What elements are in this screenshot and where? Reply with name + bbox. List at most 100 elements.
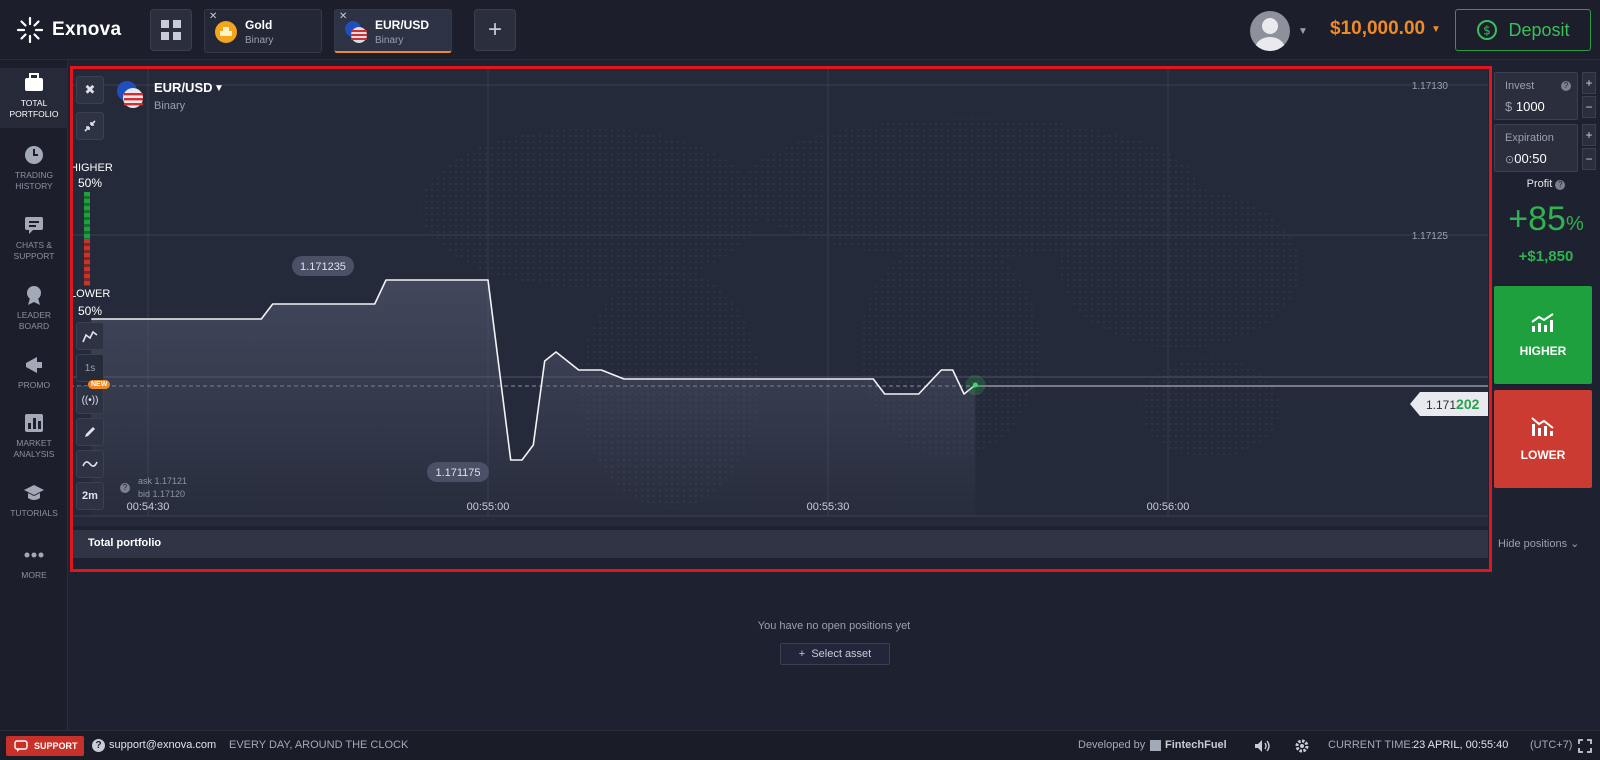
brand-logo[interactable]: Exnova [16,16,121,44]
x-tick-label: 00:55:30 [807,501,850,513]
help-icon[interactable]: ? [120,483,130,493]
deposit-button[interactable]: $ Deposit [1455,9,1591,51]
caret-down-icon[interactable]: ▼ [1431,24,1441,35]
close-chart-button[interactable]: ✖ [76,76,104,104]
no-positions-message: You have no open positions yet [757,620,911,632]
chart-pair-name[interactable]: EUR/USD [154,80,213,95]
total-portfolio-title: Total portfolio [88,537,162,549]
sidebar-item-chats-support[interactable]: CHATS & SUPPORT [0,214,68,262]
expiration-increase-button[interactable]: + [1582,124,1596,146]
expiration-time: 00:50 [1514,151,1547,166]
sidebar-label: SUPPORT [13,251,55,261]
expiration-field[interactable]: Expiration ⊙00:50 [1494,124,1578,172]
support-email[interactable]: support@exnova.com [109,739,216,751]
select-asset-button[interactable]: + Select asset [780,643,890,665]
sentiment-bar-higher [84,192,90,239]
sidebar-label: BOARD [18,321,50,331]
sentiment-bar-lower [84,239,90,286]
trade-panel: Invest ? $ 1000 + − Expiration ⊙00:50 + … [1494,68,1598,668]
current-price-dot [972,382,978,388]
sidebar-item-more[interactable]: MORE [0,544,68,581]
higher-button[interactable]: HIGHER [1494,286,1592,384]
sidebar-item-total-portfolio[interactable]: TOTAL PORTFOLIO [0,68,68,128]
sidebar-label: MORE [21,570,47,580]
expiration-decrease-button[interactable]: − [1582,148,1596,170]
invest-increase-button[interactable]: + [1582,72,1596,94]
help-icon[interactable]: ? [1555,180,1566,190]
developer-name: FintechFuel [1165,739,1227,751]
y-tick-label: 1.17125 [1412,231,1449,242]
lower-button[interactable]: LOWER [1494,390,1592,488]
draw-tool-button[interactable] [76,418,104,446]
sidebar-label: TOTAL [20,98,48,108]
sidebar-item-promo[interactable]: PROMO [0,354,68,391]
candle-size-button[interactable]: 2m [76,482,104,510]
broadcast-icon: ((•)) [81,394,99,406]
asset-tab-eurusd[interactable]: ✕ EUR/USD Binary [334,9,452,53]
clock-icon [25,146,43,164]
lower-sentiment-label: LOWER [70,288,111,300]
tab-asset-type: Binary [375,35,404,46]
trend-up-icon [1531,313,1554,332]
user-icon [1255,18,1285,51]
sound-icon[interactable] [1254,739,1272,753]
invest-label: Invest [1505,80,1535,92]
signals-button[interactable]: ((•)) [76,386,104,414]
price-area [91,280,976,516]
timeframe-button[interactable]: 1s [76,354,104,382]
all-assets-grid-button[interactable] [150,9,192,51]
help-circle-icon: ? [92,739,105,752]
chart-panel[interactable]: 1.171235 1.171175 1.17130 1.17125 00:54:30 0… [70,68,1488,526]
sidebar-label: LEADER [16,310,51,320]
invest-field[interactable]: Invest ? $ 1000 [1494,72,1578,120]
invest-value[interactable]: $ 1000 [1505,99,1545,114]
fullscreen-icon[interactable] [1578,739,1592,753]
y-tick-label: 1.17130 [1412,81,1449,92]
collapse-chart-button[interactable] [76,112,104,140]
sidebar-label: CHATS & [15,240,53,250]
current-time-label: CURRENT TIME: [1328,739,1414,751]
briefcase-icon [25,73,43,91]
bar-chart-icon [25,414,43,432]
sidebar-item-trading-history[interactable]: TRADING HISTORY [0,144,68,192]
compress-icon [84,120,96,132]
caret-down-icon[interactable]: ▼ [214,83,224,94]
sidebar-item-market-analysis[interactable]: MARKET ANALYSIS [0,412,68,460]
sidebar-label: ANALYSIS [13,449,55,459]
x-tick-label: 00:55:00 [467,501,510,513]
chart-type-button[interactable] [76,322,104,350]
brand-name: Exnova [52,19,122,40]
settings-icon[interactable] [1294,738,1310,754]
total-portfolio-bar[interactable]: Total portfolio [70,530,1488,558]
sidebar-label: PROMO [17,380,51,390]
hide-positions-toggle[interactable]: Hide positions ⌄ [1498,537,1579,550]
caret-down-icon[interactable]: ▼ [1298,26,1308,37]
asset-tab-gold[interactable]: ✕ Gold Binary [204,9,322,53]
support-button[interactable]: SUPPORT [6,736,84,756]
wave-icon [82,461,98,467]
timezone: (UTC+7) [1530,739,1573,751]
expiration-value[interactable]: ⊙00:50 [1505,151,1547,166]
current-price-suffix: 202 [1456,396,1480,412]
help-icon[interactable]: ? [1561,81,1571,91]
invest-decrease-button[interactable]: − [1582,96,1596,118]
top-bar: Exnova ✕ Gold Binary ✕ EUR/USD Binary + … [0,0,1600,60]
plus-icon: + [487,16,502,43]
high-price-label: 1.171235 [300,261,346,273]
account-balance[interactable]: $10,000.00 [1330,18,1425,40]
price-chart[interactable]: 1.171235 1.171175 1.17130 1.17125 00:54:30 0… [70,68,1488,526]
add-asset-button[interactable]: + [474,9,516,51]
chat-icon [14,740,28,752]
avatar[interactable] [1250,11,1290,51]
sidebar-item-tutorials[interactable]: TUTORIALS [0,482,68,519]
lower-sentiment-percent: 50% [78,304,103,318]
chevron-down-icon: ⌄ [1570,538,1580,550]
support-label: SUPPORT [34,741,78,751]
indicators-button[interactable] [76,450,104,478]
sidebar-item-leader-board[interactable]: LEADER BOARD [0,284,68,332]
higher-sentiment-label: HIGHER [70,162,113,174]
gold-icon [215,21,237,43]
candle-size-label: 2m [82,490,98,502]
lower-label: LOWER [1520,448,1566,462]
expiration-label: Expiration [1505,132,1554,144]
